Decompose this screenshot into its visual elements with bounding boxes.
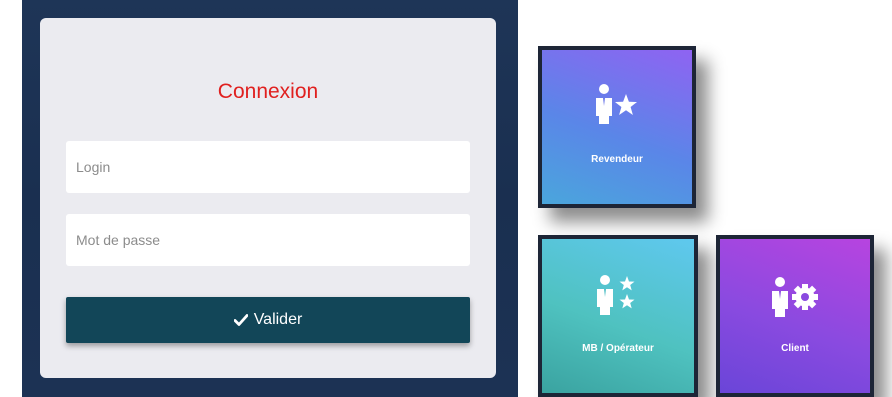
person-star-icon: [596, 84, 637, 124]
person-gear-icon: [772, 277, 818, 317]
tile-revendeur[interactable]: Revendeur: [538, 46, 696, 208]
person-stars-icon: [597, 275, 635, 315]
submit-button[interactable]: Valider: [66, 297, 470, 343]
tile-revendeur-label: Revendeur: [591, 154, 643, 165]
check-icon: [233, 314, 248, 326]
tile-mb-operateur[interactable]: MB / Opérateur: [538, 235, 698, 397]
login-title: Connexion: [217, 80, 319, 103]
submit-button-label: Valider: [253, 311, 303, 328]
login-card: Connexion Valider: [40, 18, 496, 378]
password-input[interactable]: [66, 214, 470, 266]
tile-client-label: Client: [781, 343, 809, 354]
login-input[interactable]: [66, 141, 470, 193]
tile-client[interactable]: Client: [716, 235, 874, 397]
tile-mb-operateur-label: MB / Opérateur: [582, 343, 654, 354]
